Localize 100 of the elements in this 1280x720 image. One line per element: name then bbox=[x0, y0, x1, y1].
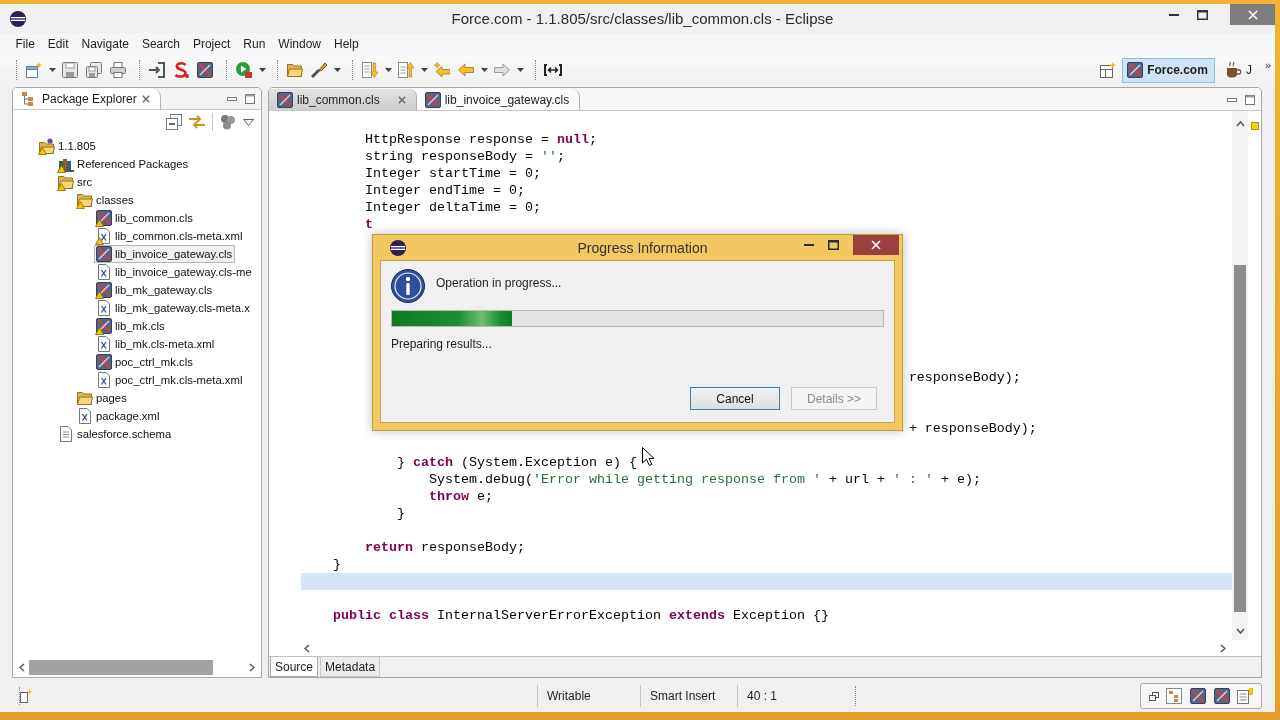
play-icon[interactable] bbox=[236, 62, 252, 78]
tree-item[interactable]: src bbox=[56, 173, 96, 191]
dropdown-caret-icon[interactable] bbox=[480, 68, 488, 72]
dropdown-caret-icon[interactable] bbox=[384, 68, 392, 72]
scroll-up-icon[interactable] bbox=[1235, 121, 1245, 127]
menu-item[interactable]: Navigate bbox=[75, 37, 136, 51]
coffee-cup-icon bbox=[1225, 62, 1242, 78]
more-perspectives-button[interactable]: » bbox=[1264, 59, 1271, 71]
tree-item[interactable]: Referenced Packages bbox=[56, 155, 192, 173]
scroll-right-icon[interactable] bbox=[249, 663, 255, 672]
minimize-icon[interactable] bbox=[1169, 13, 1179, 16]
code-line: System.debug('Error while getting response from ' + url + ' : ' + e); bbox=[429, 471, 981, 488]
menu-item[interactable]: Window bbox=[271, 37, 328, 51]
printer-icon[interactable] bbox=[110, 62, 126, 78]
editor-tab[interactable]: lib_invoice_gateway.cls bbox=[416, 89, 581, 110]
menu-item[interactable]: Edit bbox=[41, 37, 76, 51]
menu-item[interactable]: Search bbox=[135, 37, 187, 51]
x-tile-icon[interactable] bbox=[197, 62, 213, 78]
close-button[interactable] bbox=[853, 235, 899, 255]
square-marker-icon[interactable] bbox=[1250, 122, 1259, 130]
scroll-down-icon[interactable] bbox=[1235, 628, 1245, 634]
tree-item[interactable]: lib_common.cls-meta.xml bbox=[94, 227, 246, 245]
app-logo-icon[interactable] bbox=[10, 10, 26, 27]
menu-item[interactable]: Help bbox=[327, 37, 366, 51]
tree-item[interactable]: lib_invoice_gateway.cls bbox=[94, 245, 236, 263]
arrow-into-bracket-icon[interactable] bbox=[149, 62, 165, 78]
dropdown-caret-icon[interactable] bbox=[333, 68, 341, 72]
minus-squares-icon[interactable] bbox=[166, 114, 182, 130]
down-arrow-list-icon[interactable] bbox=[362, 62, 378, 78]
scroll-left-icon[interactable] bbox=[19, 663, 25, 672]
tree-item[interactable]: poc_ctrl_mk.cls-meta.xml bbox=[94, 371, 246, 389]
close-icon[interactable] bbox=[397, 95, 406, 104]
tree-item[interactable]: lib_mk.cls bbox=[94, 317, 168, 335]
x-tile-icon[interactable] bbox=[1190, 688, 1206, 704]
menu-item[interactable]: Project bbox=[186, 37, 237, 51]
mouse-pointer-icon bbox=[642, 447, 654, 466]
dropdown-caret-icon[interactable] bbox=[48, 68, 56, 72]
dropdown-caret-icon[interactable] bbox=[516, 68, 524, 72]
scrollbar-thumb[interactable] bbox=[1234, 265, 1246, 612]
status-text: 40 : 1 bbox=[747, 689, 778, 703]
view-menu-icon[interactable] bbox=[243, 118, 254, 126]
scroll-right-icon[interactable] bbox=[1220, 643, 1226, 653]
scrollbar-thumb[interactable] bbox=[29, 660, 213, 675]
scroll-left-icon[interactable] bbox=[304, 643, 310, 653]
info-icon bbox=[391, 269, 425, 303]
x-tile-icon bbox=[1127, 62, 1144, 78]
star-arrow-icon[interactable] bbox=[434, 62, 450, 78]
tree-item[interactable]: poc_ctrl_mk.cls bbox=[94, 353, 196, 371]
tree-item[interactable]: 1.1.805 bbox=[37, 137, 99, 155]
brush-icon[interactable] bbox=[311, 62, 327, 78]
dropdown-caret-icon[interactable] bbox=[420, 68, 428, 72]
code-line: } bbox=[333, 556, 341, 573]
editor-page-tab[interactable]: Source bbox=[270, 657, 319, 677]
floppy-disks-icon[interactable] bbox=[86, 62, 102, 78]
view-tab[interactable]: Package Explorer bbox=[13, 88, 161, 109]
tree-item[interactable]: pages bbox=[75, 389, 130, 407]
code-line: } catch (System.Exception e) { bbox=[397, 454, 637, 471]
maximize-icon[interactable] bbox=[828, 240, 839, 250]
tree-item[interactable]: package.xml bbox=[75, 407, 163, 425]
x-document-icon bbox=[96, 300, 112, 316]
window-sparkle-icon[interactable] bbox=[20, 689, 32, 703]
close-icon bbox=[871, 240, 881, 250]
perspective-button[interactable]: Force.com bbox=[1122, 57, 1215, 83]
menu-item[interactable]: Run bbox=[236, 37, 272, 51]
tree-item[interactable]: lib_mk.cls-meta.xml bbox=[94, 335, 218, 353]
perspective-button[interactable]: J bbox=[1220, 57, 1259, 83]
up-arrow-list-icon[interactable] bbox=[398, 62, 414, 78]
layout-sparkle-icon[interactable] bbox=[1100, 62, 1117, 78]
x-document-icon bbox=[77, 408, 93, 424]
tree-item[interactable]: lib_mk_gateway.cls-meta.x bbox=[94, 299, 253, 317]
tree-item[interactable]: classes bbox=[75, 191, 137, 209]
swap-arrows-icon[interactable] bbox=[189, 114, 205, 130]
restore-icon[interactable] bbox=[1148, 691, 1159, 701]
close-icon bbox=[1247, 9, 1258, 20]
tree-item[interactable]: lib_invoice_gateway.cls-me bbox=[94, 263, 255, 281]
vertical-scrollbar[interactable] bbox=[1232, 111, 1248, 640]
x-tile-icon[interactable] bbox=[1213, 688, 1230, 704]
tree-item[interactable]: salesforce.schema bbox=[56, 425, 175, 443]
x-document-icon bbox=[96, 336, 112, 352]
menu-item[interactable]: File bbox=[9, 37, 42, 51]
bracket-arrows-icon[interactable] bbox=[544, 64, 562, 76]
document-lines-icon[interactable] bbox=[1237, 688, 1254, 704]
code-line: t bbox=[365, 216, 373, 233]
folder-icon bbox=[77, 192, 93, 208]
dots-cluster-icon[interactable] bbox=[220, 114, 236, 130]
progress-status: Preparing results... bbox=[391, 337, 493, 351]
dropdown-caret-icon[interactable] bbox=[258, 68, 266, 72]
tree-item[interactable]: lib_mk_gateway.cls bbox=[94, 281, 216, 299]
open-folder-icon[interactable] bbox=[287, 62, 303, 78]
editor-tab[interactable]: lib_common.cls bbox=[269, 89, 417, 110]
swirl-icon[interactable] bbox=[173, 62, 189, 78]
left-arrow-icon[interactable] bbox=[458, 62, 474, 78]
window-sparkle-icon[interactable] bbox=[26, 62, 42, 78]
code-line: HttpResponse response = null; bbox=[365, 131, 597, 148]
tree-item[interactable]: lib_common.cls bbox=[94, 209, 196, 227]
tree-view-icon[interactable] bbox=[1166, 688, 1183, 704]
maximize-icon[interactable] bbox=[1197, 9, 1208, 20]
dialog-button[interactable]: Cancel bbox=[690, 387, 780, 410]
editor-page-tab[interactable]: Metadata bbox=[320, 657, 381, 677]
close-icon[interactable] bbox=[141, 94, 150, 103]
